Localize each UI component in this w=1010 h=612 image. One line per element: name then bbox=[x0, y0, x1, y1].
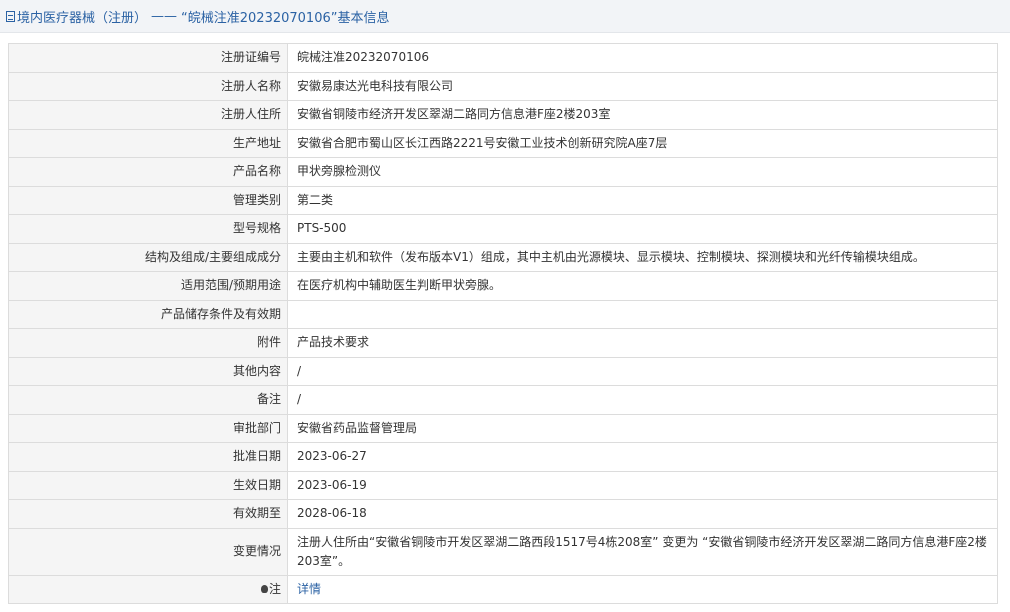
row-label: 产品储存条件及有效期 bbox=[8, 299, 288, 329]
row-value: / bbox=[287, 385, 998, 415]
row-label: 批准日期 bbox=[8, 442, 288, 472]
row-value: / bbox=[287, 356, 998, 386]
row-label: 注册证编号 bbox=[8, 43, 288, 73]
row-value bbox=[287, 299, 998, 329]
table-row: 产品名称 甲状旁腺检测仪 bbox=[8, 157, 998, 187]
header-separator: —— bbox=[151, 8, 178, 24]
header-category: 境内医疗器械（注册） bbox=[17, 10, 148, 26]
table-row: 附件 产品技术要求 bbox=[8, 328, 998, 358]
row-value: 在医疗机构中辅助医生判断甲状旁腺。 bbox=[287, 271, 998, 301]
row-label: 注册人住所 bbox=[8, 100, 288, 130]
row-label: 有效期至 bbox=[8, 499, 288, 529]
note-row: 注 详情 bbox=[8, 574, 998, 604]
row-label: 变更情况 bbox=[8, 527, 288, 576]
table-row: 注册人住所 安徽省铜陵市经济开发区翠湖二路同方信息港F座2楼203室 bbox=[8, 100, 998, 130]
table-row: 型号规格 PTS-500 bbox=[8, 214, 998, 244]
table-row: 结构及组成/主要组成成分 主要由主机和软件（发布版本V1）组成，其中主机由光源模块… bbox=[8, 242, 998, 272]
row-label: 附件 bbox=[8, 328, 288, 358]
table-row: 审批部门 安徽省药品监督管理局 bbox=[8, 413, 998, 443]
table-row: 生产地址 安徽省合肥市蜀山区长江西路2221号安徽工业技术创新研究院A座7层 bbox=[8, 128, 998, 158]
header-title: “皖械注准20232070106”基本信息 bbox=[181, 10, 390, 26]
row-value: 皖械注准20232070106 bbox=[287, 43, 998, 73]
document-icon bbox=[6, 10, 15, 22]
row-value: 主要由主机和软件（发布版本V1）组成，其中主机由光源模块、显示模块、控制模块、探… bbox=[287, 242, 998, 272]
row-label: 管理类别 bbox=[8, 185, 288, 215]
table-row: 适用范围/预期用途 在医疗机构中辅助医生判断甲状旁腺。 bbox=[8, 271, 998, 301]
row-value: 甲状旁腺检测仪 bbox=[287, 157, 998, 187]
row-label: 生产地址 bbox=[8, 128, 288, 158]
table-row: 生效日期 2023-06-19 bbox=[8, 470, 998, 500]
row-value: 安徽省药品监督管理局 bbox=[287, 413, 998, 443]
table-row: 批准日期 2023-06-27 bbox=[8, 442, 998, 472]
row-label: 型号规格 bbox=[8, 214, 288, 244]
row-value: 2023-06-19 bbox=[287, 470, 998, 500]
row-label: 审批部门 bbox=[8, 413, 288, 443]
table-row: 产品储存条件及有效期 bbox=[8, 299, 998, 329]
note-label: 注 bbox=[268, 581, 281, 596]
page-header: 境内医疗器械（注册） —— “皖械注准20232070106”基本信息 bbox=[0, 0, 1010, 33]
row-value: 产品技术要求 bbox=[287, 328, 998, 358]
row-value: PTS-500 bbox=[287, 214, 998, 244]
row-value: 安徽省合肥市蜀山区长江西路2221号安徽工业技术创新研究院A座7层 bbox=[287, 128, 998, 158]
row-label: 注册人名称 bbox=[8, 71, 288, 101]
note-value-cell: 详情 bbox=[287, 574, 998, 604]
lightbulb-icon bbox=[260, 584, 268, 593]
note-label-cell: 注 bbox=[8, 574, 288, 604]
row-label: 适用范围/预期用途 bbox=[8, 271, 288, 301]
row-label: 生效日期 bbox=[8, 470, 288, 500]
row-value: 安徽易康达光电科技有限公司 bbox=[287, 71, 998, 101]
table-row: 注册人名称 安徽易康达光电科技有限公司 bbox=[8, 71, 998, 101]
row-value: 注册人住所由“安徽省铜陵市开发区翠湖二路西段1517号4栋208室” 变更为 “… bbox=[287, 527, 998, 576]
row-value: 2023-06-27 bbox=[287, 442, 998, 472]
row-value: 第二类 bbox=[287, 185, 998, 215]
row-label: 备注 bbox=[8, 385, 288, 415]
row-value: 2028-06-18 bbox=[287, 499, 998, 529]
details-link[interactable]: 详情 bbox=[297, 582, 321, 596]
table-row: 管理类别 第二类 bbox=[8, 185, 998, 215]
table-row: 变更情况 注册人住所由“安徽省铜陵市开发区翠湖二路西段1517号4栋208室” 变… bbox=[8, 527, 998, 576]
table-row: 有效期至 2028-06-18 bbox=[8, 499, 998, 529]
row-label: 其他内容 bbox=[8, 356, 288, 386]
row-label: 产品名称 bbox=[8, 157, 288, 187]
table-row: 其他内容 / bbox=[8, 356, 998, 386]
basic-info-table: 注册证编号 皖械注准20232070106 注册人名称 安徽易康达光电科技有限公司 … bbox=[8, 43, 998, 604]
table-row: 注册证编号 皖械注准20232070106 bbox=[8, 43, 998, 73]
row-label: 结构及组成/主要组成成分 bbox=[8, 242, 288, 272]
table-row: 备注 / bbox=[8, 385, 998, 415]
row-value: 安徽省铜陵市经济开发区翠湖二路同方信息港F座2楼203室 bbox=[287, 100, 998, 130]
